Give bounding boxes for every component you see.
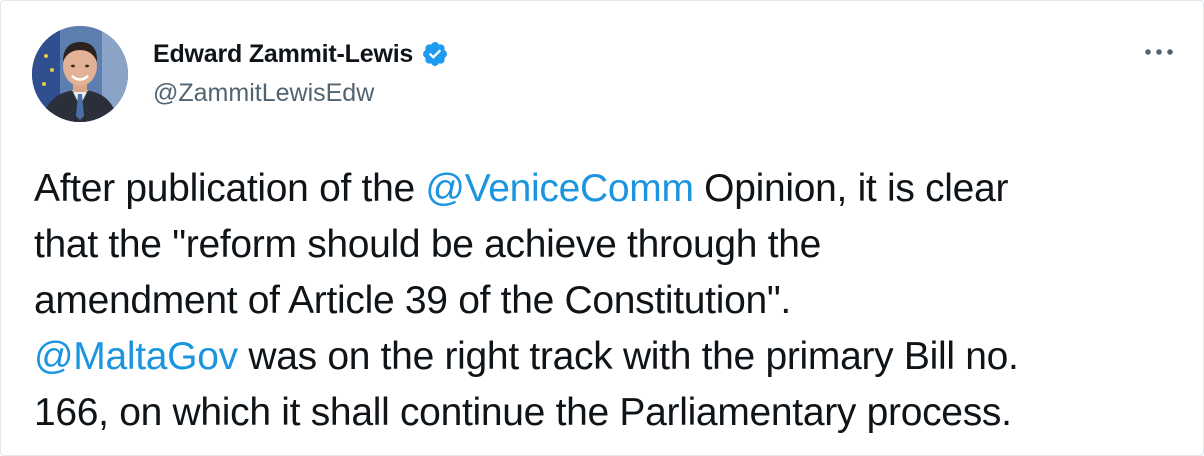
mention-link[interactable]: @MaltaGov [34, 335, 238, 378]
verified-badge-icon [421, 40, 449, 68]
tweet-text-segment: was on the right track with the primary … [237, 335, 1019, 378]
tweet-text: After publication of the @VeniceComm Opi… [34, 161, 1174, 441]
tweet-card: Edward Zammit-Lewis @ZammitLewisEdw Afte… [0, 0, 1204, 456]
profile-photo-icon [32, 26, 128, 122]
tweet-text-segment: 166, on which it shall continue the Parl… [34, 391, 1012, 434]
author-avatar[interactable] [32, 26, 128, 122]
tweet-text-line: @MaltaGov was on the right track with th… [34, 329, 1174, 385]
more-options-icon[interactable] [1137, 37, 1181, 67]
tweet-text-line: that the "reform should be achieve throu… [34, 217, 1174, 273]
tweet-text-segment: amendment of Article 39 of the Constitut… [34, 279, 791, 322]
tweet-text-segment: Opinion, it is clear [693, 167, 1009, 210]
tweet-text-segment: After publication of the [34, 167, 426, 210]
tweet-text-line: After publication of the @VeniceComm Opi… [34, 161, 1174, 217]
tweet-text-line: amendment of Article 39 of the Constitut… [34, 273, 1174, 329]
tweet-text-segment: that the "reform should be achieve throu… [34, 223, 822, 266]
author-handle[interactable]: @ZammitLewisEdw [153, 79, 374, 108]
mention-link[interactable]: @VeniceComm [425, 167, 694, 210]
author-display-name[interactable]: Edward Zammit-Lewis [153, 40, 413, 69]
tweet-text-line: 166, on which it shall continue the Parl… [34, 385, 1174, 441]
author-name-row: Edward Zammit-Lewis [153, 37, 449, 71]
